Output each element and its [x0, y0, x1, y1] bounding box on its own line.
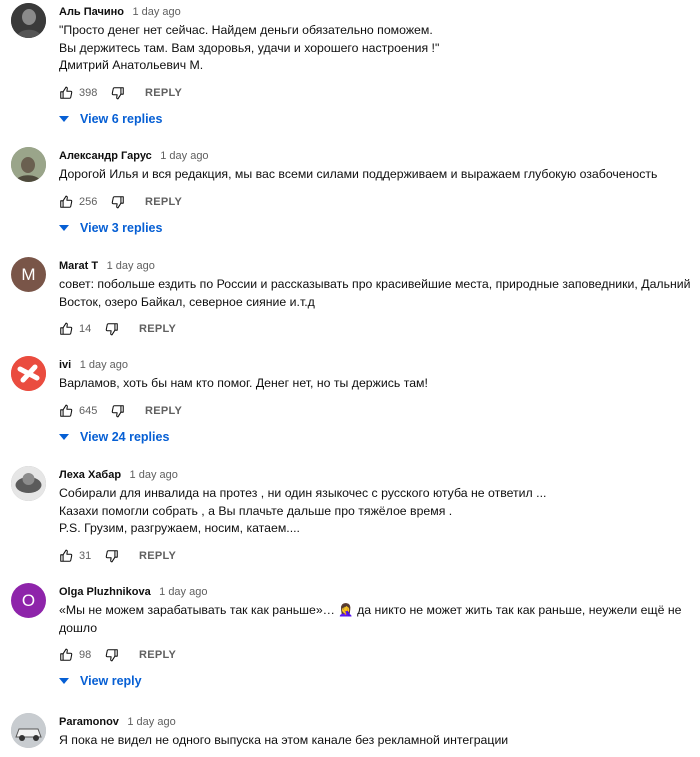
- comment-timestamp[interactable]: 1 day ago: [107, 260, 155, 272]
- like-button[interactable]: [59, 83, 73, 103]
- view-replies-label: View 24 replies: [80, 429, 170, 444]
- like-button[interactable]: [59, 192, 73, 212]
- comment-text: Собирали для инвалида на протез , ни оди…: [59, 486, 547, 535]
- like-count: 31: [79, 549, 92, 562]
- like-button[interactable]: [59, 401, 73, 421]
- thumbs-up-icon: [60, 322, 73, 335]
- like-button[interactable]: [59, 546, 73, 566]
- thumbs-up-icon: [60, 86, 73, 99]
- reply-button[interactable]: REPLY: [139, 645, 176, 665]
- avatar[interactable]: [11, 713, 46, 748]
- dislike-button[interactable]: [105, 319, 119, 339]
- dislike-button[interactable]: [111, 192, 125, 212]
- avatar[interactable]: O: [11, 583, 46, 618]
- reply-button[interactable]: REPLY: [145, 83, 182, 103]
- comment-author[interactable]: Леха Хабар: [59, 469, 121, 481]
- dislike-button[interactable]: [111, 401, 125, 421]
- dislike-button[interactable]: [105, 645, 119, 665]
- avatar[interactable]: [11, 466, 46, 501]
- view-replies-button[interactable]: View 6 replies: [59, 109, 162, 129]
- chevron-down-icon: [59, 678, 69, 684]
- comment-timestamp[interactable]: 1 day ago: [80, 359, 128, 371]
- thumbs-down-icon: [111, 195, 124, 208]
- thumbs-down-icon: [105, 649, 118, 662]
- avatar-photo-icon: [11, 3, 46, 38]
- comment-author[interactable]: ivi: [59, 359, 71, 371]
- comment-text: Дорогой Илья и вся редакция, мы вас всем…: [59, 167, 658, 181]
- comment-author[interactable]: Olga Pluzhnikova: [59, 586, 151, 598]
- thumbs-down-icon: [111, 404, 124, 417]
- like-count: 398: [79, 86, 98, 99]
- comment-author[interactable]: Paramonov: [59, 716, 119, 728]
- thumbs-down-icon: [111, 86, 124, 99]
- like-button[interactable]: [59, 319, 73, 339]
- view-replies-label: View 3 replies: [80, 220, 163, 235]
- avatar[interactable]: [11, 147, 46, 182]
- view-replies-label: View 6 replies: [80, 111, 163, 126]
- thumbs-down-icon: [105, 323, 118, 336]
- view-replies-button[interactable]: View reply: [59, 671, 142, 691]
- reply-button[interactable]: REPLY: [139, 319, 176, 339]
- thumbs-down-icon: [105, 549, 118, 562]
- ivi-logo-icon: [11, 356, 46, 391]
- thumbs-up-icon: [60, 549, 73, 562]
- avatar[interactable]: M: [11, 257, 46, 292]
- comment-author[interactable]: Marat T: [59, 260, 98, 272]
- comment-author[interactable]: Александр Гарус: [59, 150, 152, 162]
- avatar-letter: O: [21, 590, 36, 610]
- like-count: 645: [79, 404, 98, 417]
- reply-button[interactable]: REPLY: [145, 192, 182, 212]
- comment-timestamp[interactable]: 1 day ago: [160, 150, 208, 162]
- comment-timestamp[interactable]: 1 day ago: [130, 469, 178, 481]
- comment-author[interactable]: Аль Пачино: [59, 6, 124, 18]
- avatar[interactable]: [11, 356, 46, 391]
- car-avatar-icon: [11, 713, 46, 748]
- view-replies-button[interactable]: View 3 replies: [59, 218, 162, 238]
- chevron-down-icon: [59, 224, 69, 231]
- avatar[interactable]: [11, 3, 46, 38]
- dislike-button[interactable]: [105, 546, 119, 566]
- like-button[interactable]: [59, 645, 73, 665]
- thumbs-up-icon: [60, 195, 73, 208]
- like-count: 14: [79, 323, 92, 335]
- thumbs-up-icon: [60, 648, 73, 661]
- avatar-photo-icon: [11, 466, 46, 501]
- comment-text: Варламов, хоть бы нам кто помог. Денег н…: [59, 376, 428, 390]
- comment-text: "Просто денег нет сейчас. Найдем деньги …: [59, 23, 440, 72]
- reply-button[interactable]: REPLY: [139, 546, 176, 566]
- avatar-letter: M: [21, 264, 36, 284]
- comment-timestamp[interactable]: 1 day ago: [159, 586, 207, 598]
- comment-timestamp[interactable]: 1 day ago: [127, 716, 175, 728]
- view-replies-label: View reply: [80, 674, 142, 688]
- comment-text: «Мы не можем зарабатывать так как раньше…: [59, 603, 682, 635]
- like-count: 98: [79, 649, 92, 661]
- chevron-down-icon: [59, 115, 69, 122]
- reply-button[interactable]: REPLY: [145, 401, 182, 421]
- comment-text: совет: побольше ездить по России и расск…: [59, 277, 691, 309]
- chevron-down-icon: [59, 433, 69, 440]
- comment-text: Я пока не видел не одного выпуска на это…: [59, 733, 509, 747]
- thumbs-up-icon: [60, 404, 73, 417]
- avatar-photo-icon: [11, 147, 46, 182]
- like-count: 256: [79, 195, 98, 208]
- view-replies-button[interactable]: View 24 replies: [59, 427, 169, 447]
- comment-timestamp[interactable]: 1 day ago: [132, 6, 180, 18]
- dislike-button[interactable]: [111, 83, 125, 103]
